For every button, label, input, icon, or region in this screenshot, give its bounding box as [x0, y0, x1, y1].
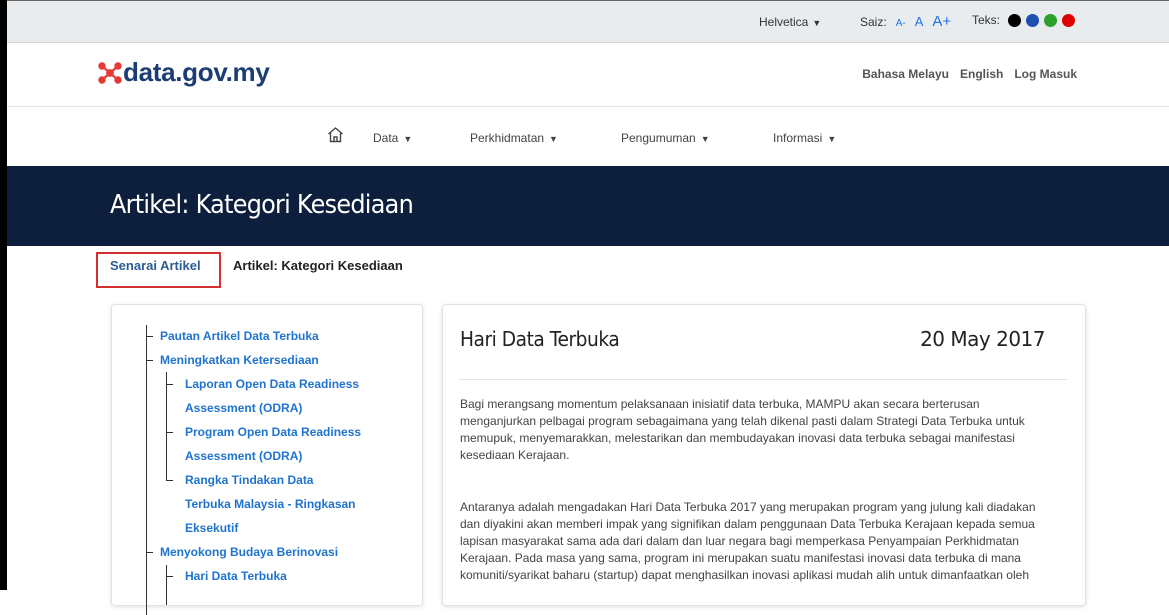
text-color-green-button[interactable] [1044, 13, 1058, 27]
text-color-controls: Teks: [972, 13, 1076, 27]
main-nav: Data ▼ Perkhidmatan ▼ Pengumuman ▼ Informas… [7, 107, 1169, 166]
nav-item-data[interactable]: Data ▼ [373, 131, 412, 145]
chevron-down-icon: ▼ [549, 134, 558, 144]
page-title: Artikel: Kategori Kesediaan [110, 190, 414, 220]
article-divider [459, 379, 1067, 380]
tree-item-meningkatkan-ketersediaan[interactable]: Meningkatkan Ketersediaan [160, 353, 319, 367]
chevron-down-icon: ▼ [700, 134, 710, 144]
logo-text: data.gov.my [123, 57, 270, 87]
nav-item-informasi[interactable]: Informasi ▼ [773, 131, 836, 145]
tree-connector [166, 432, 173, 433]
tree-connector [146, 325, 147, 615]
language-malay-link[interactable]: Bahasa Melayu [862, 67, 949, 81]
tree-connector [146, 336, 153, 337]
tree-item-program-odra-line2[interactable]: Assessment (ODRA) [185, 449, 302, 463]
chevron-down-icon: ▼ [812, 18, 822, 28]
page-banner: Artikel: Kategori Kesediaan [7, 166, 1169, 246]
font-size-label: Saiz: [860, 15, 887, 29]
tree-item-program-odra[interactable]: Program Open Data Readiness [185, 425, 361, 439]
tree-item-rangka-tindakan[interactable]: Rangka Tindakan Data [185, 473, 313, 487]
tree-connector [146, 552, 153, 553]
nav-item-label: Pengumuman [621, 131, 696, 145]
paragraph-line: dan diyakini akan memberi impak yang sig… [460, 517, 1035, 531]
language-english-link[interactable]: English [960, 67, 1003, 81]
tree-item-menyokong-budaya[interactable]: Menyokong Budaya Berinovasi [160, 545, 338, 559]
text-color-red-button[interactable] [1062, 13, 1076, 27]
tree-connector [166, 384, 173, 385]
paragraph-line: Kerajaan. Pada masa yang sama, program i… [460, 551, 1021, 565]
paragraph-line: menganjurkan pelbagai program sebagaiman… [460, 414, 1025, 428]
font-size-decrease-button[interactable]: A- [896, 18, 906, 29]
font-family-dropdown[interactable]: Helvetica ▼ [759, 15, 821, 29]
article-title: Hari Data Terbuka [460, 327, 620, 351]
font-size-normal-button[interactable]: A [915, 14, 924, 29]
tree-item-laporan-odra[interactable]: Laporan Open Data Readiness [185, 377, 359, 391]
article-paragraph-2: Antaranya adalah mengadakan Hari Data Te… [460, 499, 1066, 584]
nav-item-perkhidmatan[interactable]: Perkhidmatan ▼ [470, 131, 558, 145]
tree-item-laporan-odra-line2[interactable]: Assessment (ODRA) [185, 401, 302, 415]
article-paragraph-1: Bagi merangsang momentum pelaksanaan ini… [460, 396, 1066, 464]
paragraph-line: kesediaan Kerajaan. [460, 448, 570, 462]
nav-item-label: Perkhidmatan [470, 131, 545, 145]
site-logo[interactable]: data.gov.my [97, 57, 270, 88]
text-color-blue-button[interactable] [1026, 13, 1040, 27]
paragraph-line: lapisan masyarakat sama ada dari dalam d… [460, 534, 1019, 548]
tree-connector [146, 360, 153, 361]
login-link[interactable]: Log Masuk [1014, 67, 1077, 81]
accessibility-toolbar: Helvetica ▼ Saiz: A- A A+ Teks: [7, 1, 1169, 43]
font-size-increase-button[interactable]: A+ [932, 13, 951, 30]
header-links: Bahasa Melayu English Log Masuk [862, 67, 1077, 81]
article-date: 20 May 2017 [920, 327, 1045, 351]
chevron-down-icon: ▼ [403, 134, 413, 144]
tree-item-rangka-tindakan-line3[interactable]: Eksekutif [185, 521, 238, 535]
home-icon[interactable] [327, 126, 344, 148]
font-family-label: Helvetica [759, 15, 809, 29]
paragraph-line: Antaranya adalah mengadakan Hari Data Te… [460, 500, 1036, 514]
tree-item-pautan-artikel[interactable]: Pautan Artikel Data Terbuka [160, 329, 319, 343]
font-size-controls: Saiz: A- A A+ [860, 13, 951, 30]
tree-connector [166, 565, 167, 605]
tree-connector [166, 480, 173, 481]
nav-item-label: Informasi [773, 131, 823, 145]
text-color-black-button[interactable] [1008, 13, 1022, 27]
tree-connector [166, 576, 173, 577]
article-tree-sidebar: Pautan Artikel Data Terbuka Meningkatkan… [111, 304, 423, 615]
logo-mark-icon [98, 61, 122, 84]
text-color-label: Teks: [972, 13, 1001, 27]
tree-connector [166, 372, 167, 481]
paragraph-line: komuniti/syarikat baharu (startup) dapat… [460, 568, 1029, 582]
breadcrumb-link-article-list[interactable]: Senarai Artikel [110, 258, 201, 273]
breadcrumb-current: Artikel: Kategori Kesediaan [233, 258, 403, 273]
article-card: Hari Data Terbuka 20 May 2017 Bagi meran… [442, 304, 1086, 606]
paragraph-line: Bagi merangsang momentum pelaksanaan ini… [460, 397, 980, 411]
tree-item-hari-data-terbuka[interactable]: Hari Data Terbuka [185, 569, 287, 583]
paragraph-line: memupuk, menyemarakkan, melestarikan dan… [460, 431, 1015, 445]
nav-item-label: Data [373, 131, 399, 145]
tree-item-rangka-tindakan-line2[interactable]: Terbuka Malaysia - Ringkasan [185, 497, 356, 511]
site-header: data.gov.my Bahasa Melayu English Log Ma… [7, 43, 1169, 107]
window-left-edge [0, 0, 7, 590]
nav-item-pengumuman[interactable]: Pengumuman ▼ [621, 131, 710, 145]
chevron-down-icon: ▼ [827, 134, 837, 144]
